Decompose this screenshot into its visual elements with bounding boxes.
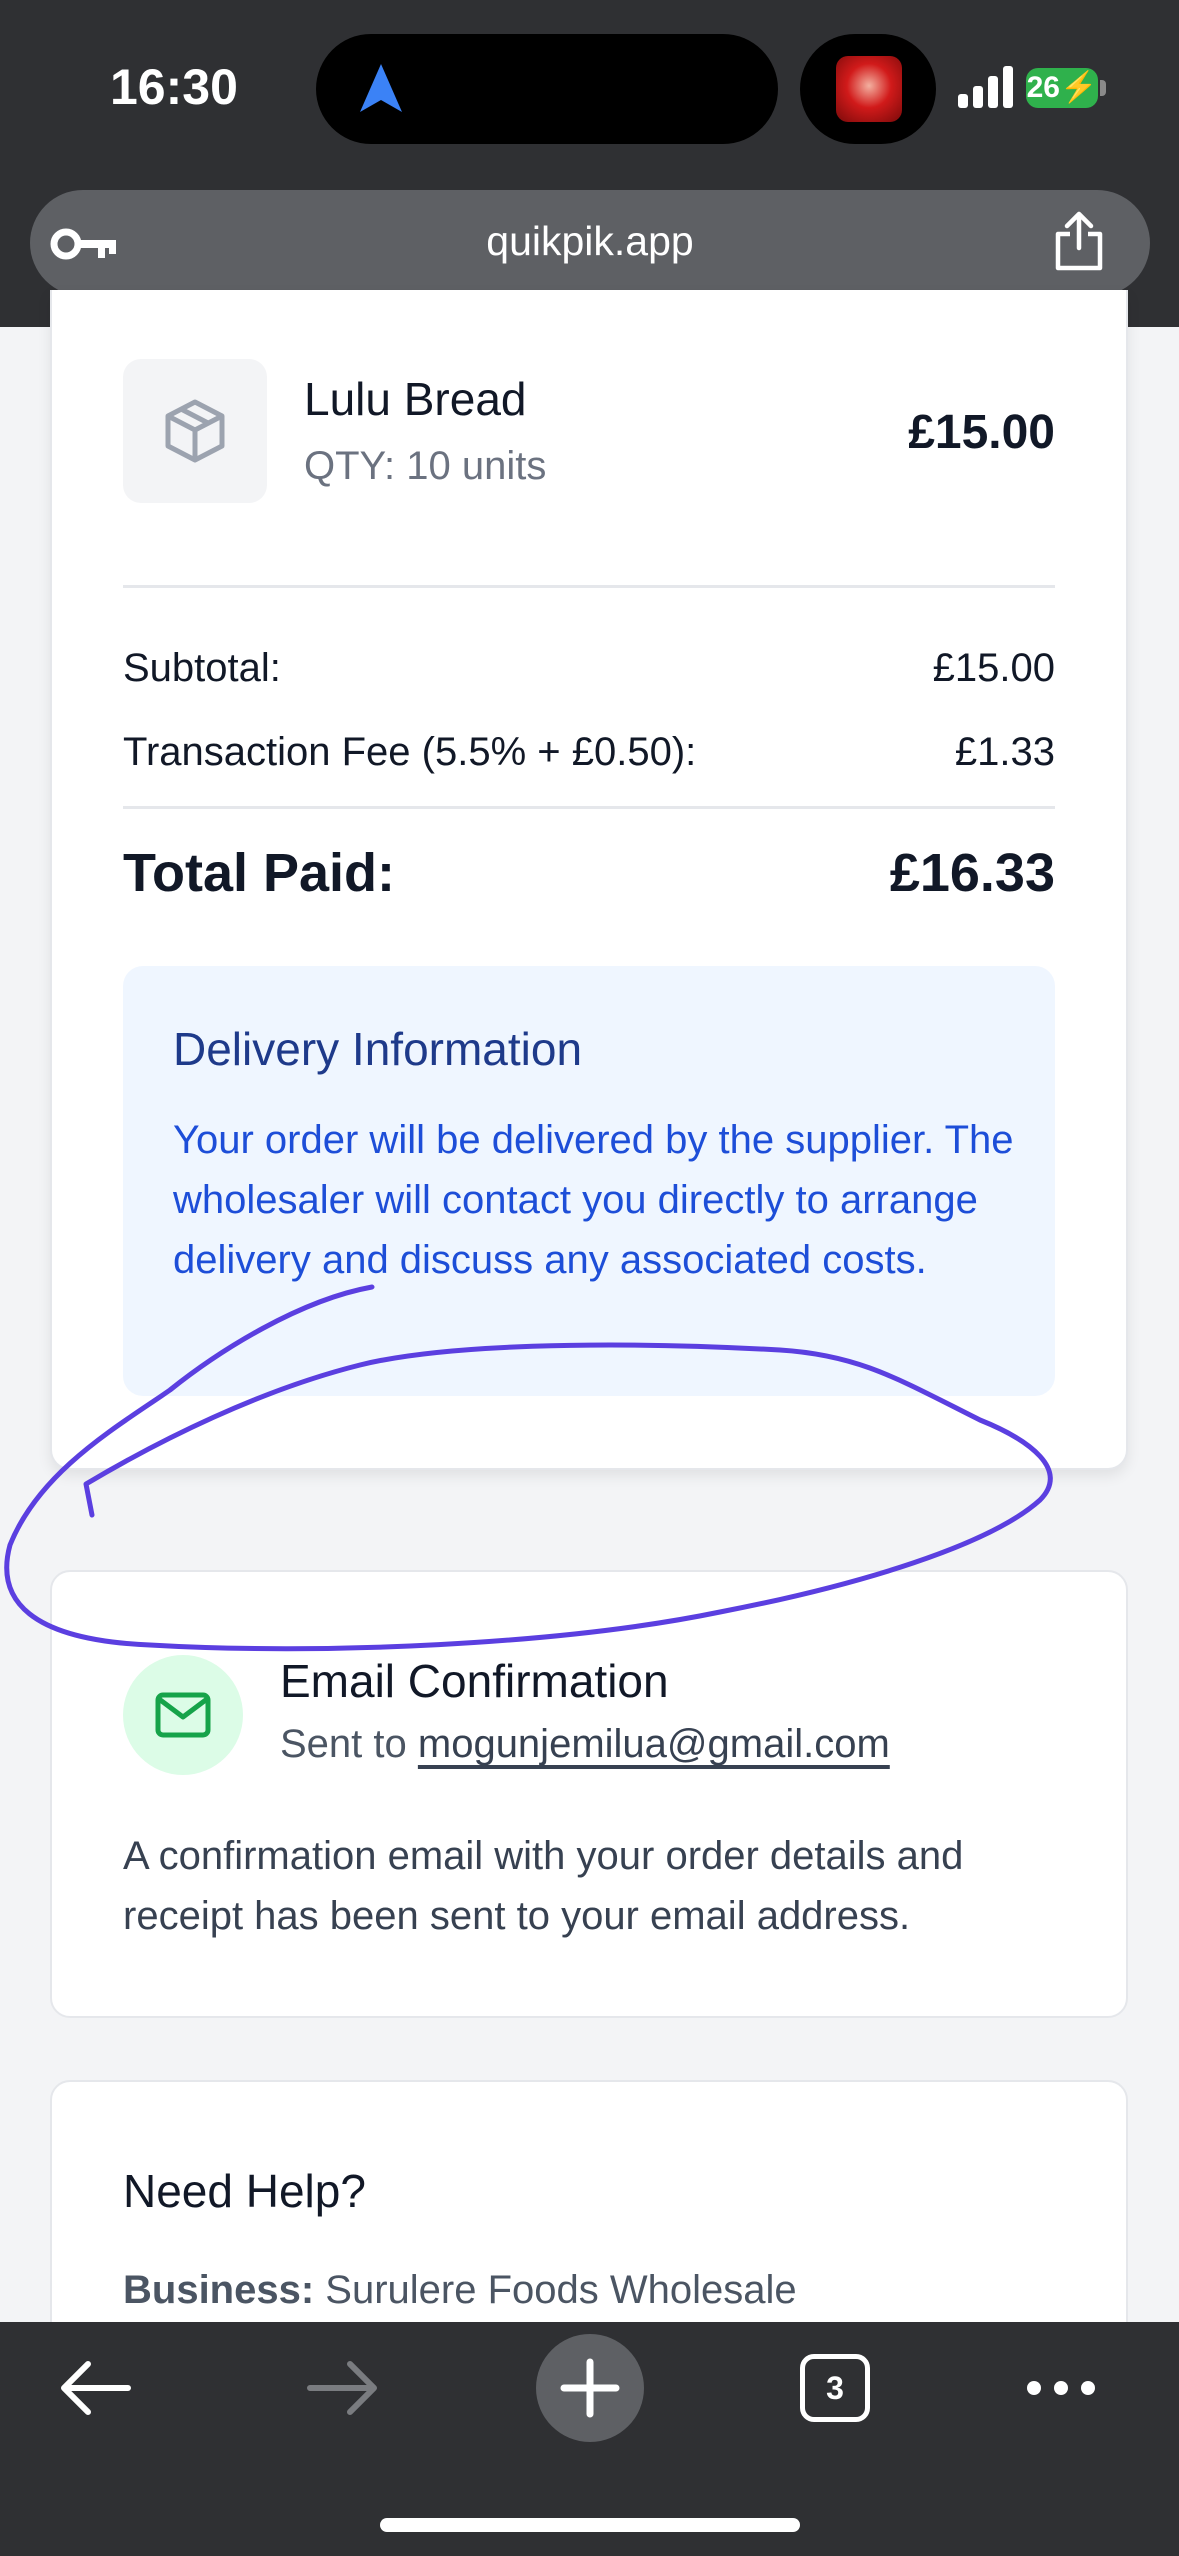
email-sent-prefix: Sent to [280, 1722, 418, 1766]
address-bar[interactable]: quikpik.app [30, 190, 1150, 296]
delivery-body: Your order will be delivered by the supp… [173, 1118, 1014, 1282]
url-text[interactable]: quikpik.app [30, 218, 1150, 265]
business-label: Business: [123, 2268, 315, 2312]
fee-label: Transaction Fee (5.5% + £0.50): [123, 730, 697, 774]
dynamic-island[interactable] [316, 34, 778, 144]
need-help-title: Need Help? [123, 2165, 366, 2217]
tabs-icon[interactable]: 3 [800, 2354, 870, 2422]
more-icon[interactable] [1024, 2376, 1098, 2400]
subtotal-value: £15.00 [932, 646, 1055, 690]
divider [123, 806, 1055, 809]
battery-nub [1100, 80, 1106, 96]
email-address-link[interactable]: mogunjemilua@gmail.com [418, 1722, 890, 1766]
battery-level: 26 [1026, 71, 1060, 104]
status-time: 16:30 [110, 59, 238, 115]
item-thumbnail [123, 359, 267, 503]
now-playing-island[interactable] [800, 34, 936, 144]
delivery-info-box: Delivery Information Your order will be … [123, 966, 1055, 1396]
email-sent-line: Sent to mogunjemilua@gmail.com [280, 1722, 890, 1767]
fee-value: £1.33 [954, 730, 1055, 774]
status-and-url-bar: 16:30 26⚡ quikpik.app [0, 0, 1179, 327]
back-icon[interactable] [58, 2360, 132, 2416]
item-quantity: QTY: 10 units [304, 444, 547, 488]
subtotal-label: Subtotal: [123, 646, 281, 690]
email-confirmation-body: A confirmation email with your order det… [123, 1834, 964, 1938]
email-confirmation-title: Email Confirmation [280, 1655, 669, 1707]
divider [123, 585, 1055, 588]
new-tab-plus-icon [560, 2358, 620, 2418]
mail-icon [155, 1692, 211, 1738]
delivery-title: Delivery Information [173, 1023, 583, 1075]
mail-icon-badge [123, 1655, 243, 1775]
email-confirmation-card [50, 1570, 1128, 2018]
battery-charging-icon: 26⚡ [1026, 68, 1098, 108]
item-price: £15.00 [908, 406, 1055, 459]
forward-icon[interactable] [306, 2360, 380, 2416]
package-icon [165, 399, 225, 463]
total-paid-label: Total Paid: [123, 843, 396, 903]
cellular-signal-icon [958, 66, 1013, 108]
now-playing-artwork [836, 56, 902, 122]
location-arrow-icon [360, 64, 402, 112]
home-indicator[interactable] [380, 2518, 800, 2532]
total-paid-value: £16.33 [889, 843, 1055, 903]
share-icon[interactable] [1050, 210, 1108, 272]
business-line: Business: Surulere Foods Wholesale [123, 2268, 797, 2313]
business-name: Surulere Foods Wholesale [314, 2268, 797, 2312]
new-tab-button[interactable] [536, 2334, 644, 2442]
item-name: Lulu Bread [304, 373, 527, 425]
